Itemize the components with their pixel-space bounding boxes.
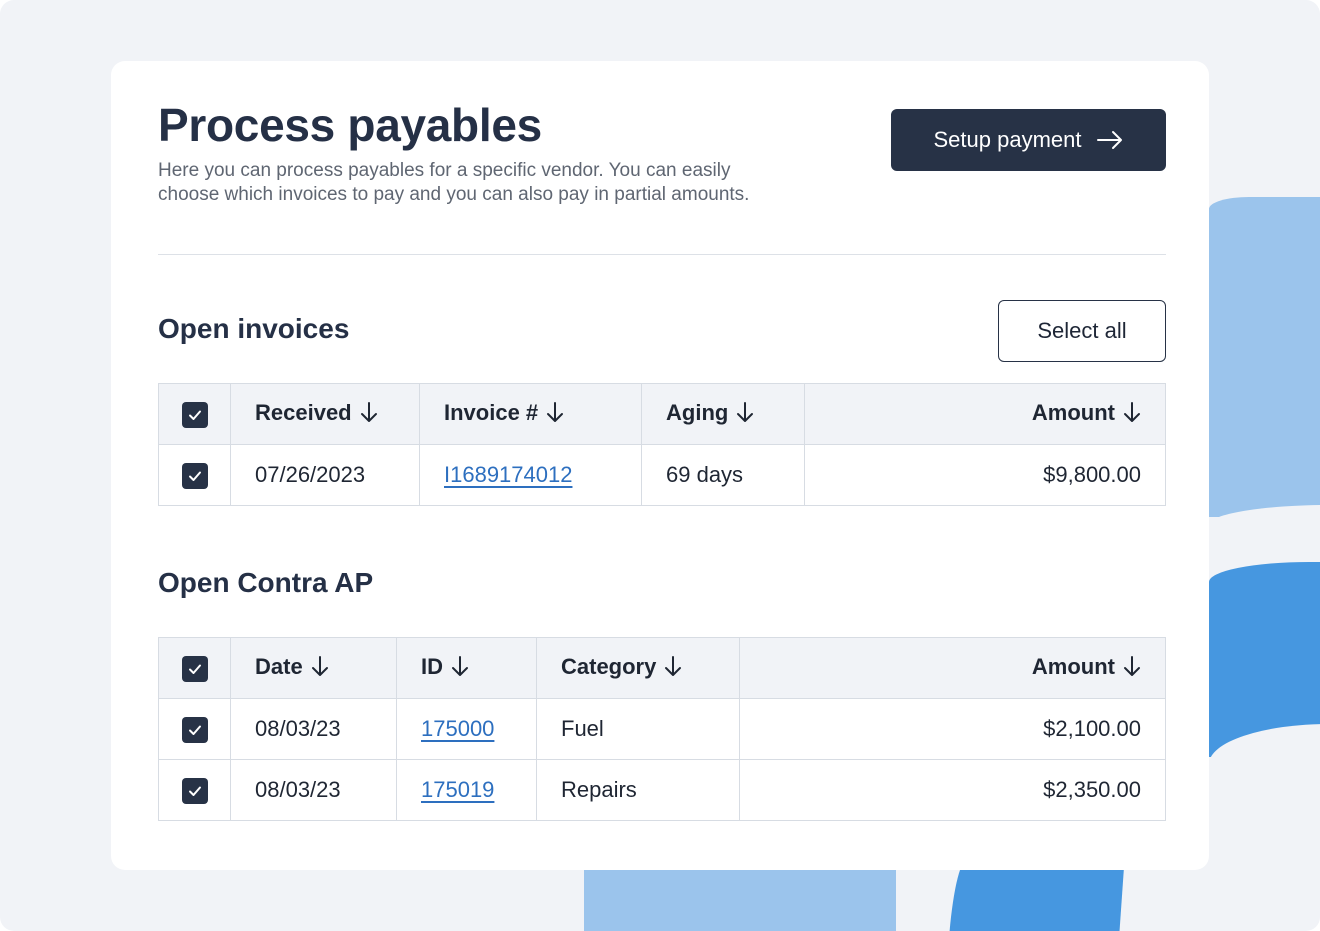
check-icon: [188, 725, 201, 735]
select-all-checkbox[interactable]: [181, 401, 208, 428]
date-cell: 08/03/23: [230, 759, 397, 821]
check-icon: [188, 410, 201, 420]
arrow-down-icon: [311, 655, 329, 683]
column-header-date[interactable]: Date: [230, 637, 397, 699]
category-cell: Fuel: [536, 698, 740, 760]
arrow-right-icon: [1097, 130, 1123, 150]
check-icon: [188, 471, 201, 481]
arrow-down-icon: [546, 401, 564, 429]
check-icon: [188, 786, 201, 796]
setup-payment-label: Setup payment: [933, 127, 1082, 152]
decor-shape-cut: [1209, 505, 1320, 565]
arrow-down-icon: [1123, 655, 1141, 683]
row-checkbox-cell: [158, 759, 231, 821]
page-background: Process payables Here you can process pa…: [0, 0, 1320, 931]
arrow-down-icon: [360, 401, 378, 429]
id-link[interactable]: 175019: [421, 777, 494, 802]
column-header-amount[interactable]: Amount: [739, 637, 1166, 699]
select-all-checkbox[interactable]: [181, 655, 208, 682]
column-header-category[interactable]: Category: [536, 637, 740, 699]
amount-cell: $2,100.00: [739, 698, 1166, 760]
open-invoices-title: Open invoices: [158, 313, 350, 344]
table-row: 07/26/2023 I1689174012 69 days $9,800.00: [158, 444, 1166, 506]
arrow-down-icon: [664, 655, 682, 683]
arrow-down-icon: [1123, 401, 1141, 429]
column-header-id[interactable]: ID: [396, 637, 537, 699]
row-checkbox[interactable]: [181, 716, 208, 743]
table-header-row: Date ID Category Amount: [158, 637, 1166, 699]
row-checkbox-cell: [158, 698, 231, 760]
amount-cell: $2,350.00: [739, 759, 1166, 821]
header-checkbox-cell: [158, 383, 231, 445]
id-cell: 175000: [396, 698, 537, 760]
select-all-button[interactable]: Select all: [998, 300, 1166, 362]
decor-shape-light: [1209, 197, 1320, 517]
column-header-invoice[interactable]: Invoice #: [419, 383, 642, 445]
decor-shape-light: [584, 860, 896, 931]
date-cell: 08/03/23: [230, 698, 397, 760]
invoice-link[interactable]: I1689174012: [444, 462, 572, 487]
aging-cell: 69 days: [641, 444, 805, 506]
table-row: 08/03/23 175019 Repairs $2,350.00: [158, 759, 1166, 821]
setup-payment-button[interactable]: Setup payment: [891, 109, 1166, 171]
header-checkbox-cell: [158, 637, 231, 699]
page-description: Here you can process payables for a spec…: [158, 160, 750, 205]
card-header: Process payables Here you can process pa…: [158, 99, 1166, 255]
open-contra-ap-title: Open Contra AP: [158, 567, 374, 598]
decor-shape-dark: [947, 860, 1125, 931]
row-checkbox-cell: [158, 444, 231, 506]
invoices-table: Received Invoice # Aging Amount 07/26/20…: [158, 383, 1166, 506]
id-cell: 175019: [396, 759, 537, 821]
column-header-received[interactable]: Received: [230, 383, 420, 445]
row-checkbox[interactable]: [181, 777, 208, 804]
received-cell: 07/26/2023: [230, 444, 420, 506]
column-header-aging[interactable]: Aging: [641, 383, 805, 445]
payables-card: Process payables Here you can process pa…: [111, 61, 1209, 870]
contra-ap-table: Date ID Category Amount 08/03/23 175000 …: [158, 637, 1166, 821]
table-row: 08/03/23 175000 Fuel $2,100.00: [158, 698, 1166, 760]
check-icon: [188, 664, 201, 674]
arrow-down-icon: [736, 401, 754, 429]
row-checkbox[interactable]: [181, 462, 208, 489]
id-link[interactable]: 175000: [421, 716, 494, 741]
table-header-row: Received Invoice # Aging Amount: [158, 383, 1166, 445]
amount-cell: $9,800.00: [804, 444, 1166, 506]
invoice-cell: I1689174012: [419, 444, 642, 506]
column-header-amount[interactable]: Amount: [804, 383, 1166, 445]
category-cell: Repairs: [536, 759, 740, 821]
arrow-down-icon: [451, 655, 469, 683]
